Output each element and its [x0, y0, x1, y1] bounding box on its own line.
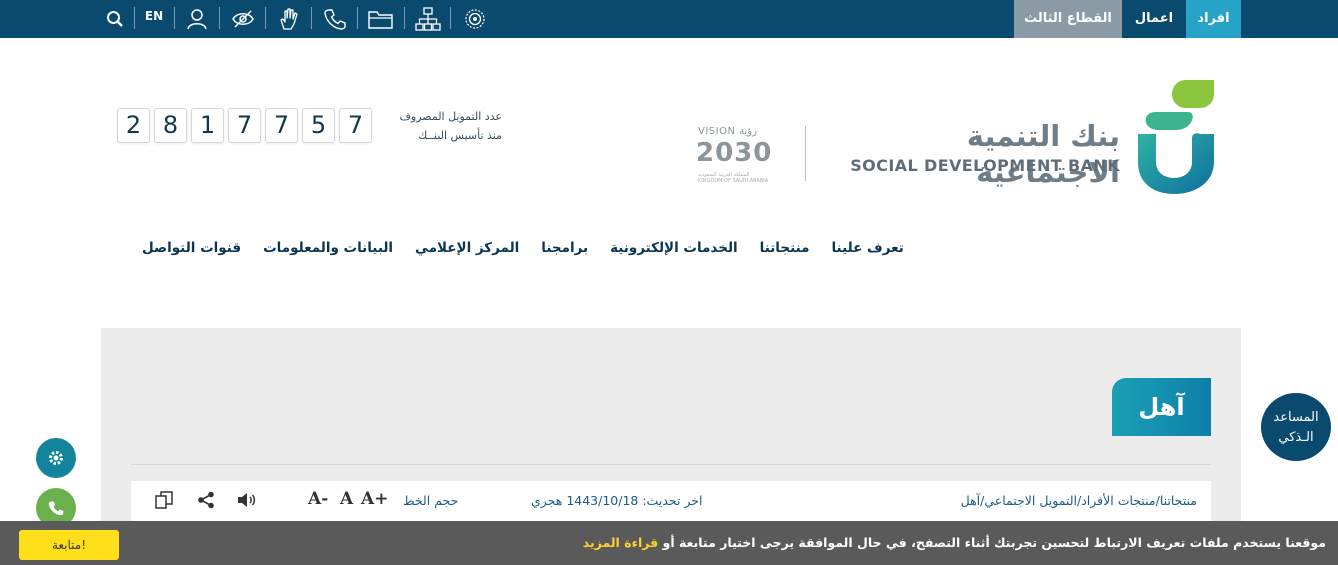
breadcrumb: منتجاتنا/منتجات الأفراد/التمويل الاجتماع… — [961, 493, 1197, 508]
logo-divider — [805, 126, 806, 181]
counter-digit: 7 — [339, 108, 372, 143]
sign-language-icon[interactable] — [274, 4, 304, 34]
vision-subtitle: المملكة العربية السعودية KINGDOM OF SAUD… — [698, 172, 769, 184]
sitemap-icon[interactable] — [413, 4, 443, 34]
bank-logo-icon[interactable] — [1134, 78, 1216, 196]
counter-digit: 5 — [302, 108, 335, 143]
page-toolbar: منتجاتنا/منتجات الأفراد/التمويل الاجتماع… — [131, 481, 1211, 521]
language-switch[interactable]: EN — [140, 0, 168, 34]
font-normal-button[interactable]: A — [340, 489, 353, 509]
nav-products[interactable]: منتجاتنا — [760, 240, 810, 262]
counter-digit: 7 — [265, 108, 298, 143]
font-decrease-button[interactable]: A- — [308, 489, 328, 509]
speaker-icon[interactable] — [235, 489, 257, 511]
cookie-banner: موقعنا يستخدم ملفات تعريف الارتباط لتحسي… — [0, 521, 1338, 565]
divider — [311, 7, 312, 29]
phone-icon — [48, 501, 64, 516]
divider — [404, 7, 405, 29]
divider — [174, 7, 175, 29]
vision-label: VISION رؤية — [698, 126, 757, 137]
page-title: آهل — [1112, 378, 1211, 436]
assistant-label-line1: المساعد — [1273, 410, 1319, 425]
nav-media-center[interactable]: المركز الإعلامي — [415, 240, 519, 262]
cookie-text: موقعنا يستخدم ملفات تعريف الارتباط لتحسي… — [658, 535, 1326, 550]
counter-digit: 7 — [228, 108, 261, 143]
gear-badge-icon[interactable] — [460, 4, 490, 34]
nav-about-us[interactable]: تعرف علينا — [831, 240, 903, 262]
divider — [265, 7, 266, 29]
folder-icon[interactable] — [366, 4, 396, 34]
smart-assistant-button[interactable]: المساعد الـذكي — [1259, 391, 1333, 463]
share-icon[interactable] — [195, 489, 217, 511]
cookie-continue-button[interactable]: متابعة! — [19, 530, 119, 560]
user-icon[interactable] — [182, 4, 212, 34]
font-increase-button[interactable]: A+ — [361, 489, 388, 509]
last-updated: اخر تحديث: 1443/10/18 هجري — [531, 493, 703, 508]
tab-business[interactable]: اعمال — [1122, 0, 1186, 38]
bank-name-arabic: بنك التنمية الاجتماعية — [966, 119, 1120, 189]
copy-icon[interactable] — [153, 489, 175, 511]
main-nav: قنوات التواصل البيانات والمعلومات المركز… — [120, 240, 904, 262]
divider — [357, 7, 358, 29]
vision-number: 2030 — [696, 138, 773, 168]
counter-digit: 8 — [154, 108, 187, 143]
breadcrumb-link[interactable]: منتجاتنا/منتجات الأفراد/التمويل الاجتماع… — [961, 493, 1197, 508]
counter-label-line2: منذ تأسيس البنــك — [418, 129, 502, 142]
counter-label-line1: عدد التمويل المصروف — [399, 110, 502, 123]
tab-individuals[interactable]: افراد — [1186, 0, 1241, 38]
bank-name-english: SOCIAL DEVELOPMENT BANK — [850, 156, 1120, 175]
content-divider — [131, 464, 1211, 465]
vision-2030-logo: VISION رؤية 2030 المملكة العربية السعودي… — [694, 124, 778, 184]
divider — [134, 7, 135, 29]
financing-counter: 2 8 1 7 7 5 7 — [117, 108, 376, 143]
nav-e-services[interactable]: الخدمات الإلكترونية — [610, 240, 738, 262]
settings-button[interactable] — [36, 438, 76, 478]
cookie-message: موقعنا يستخدم ملفات تعريف الارتباط لتحسي… — [583, 535, 1326, 550]
divider — [450, 7, 451, 29]
counter-digit: 1 — [191, 108, 224, 143]
counter-digit: 2 — [117, 108, 150, 143]
nav-data-information[interactable]: البيانات والمعلومات — [263, 240, 393, 262]
top-bar: القطاع الثالث اعمال افراد EN — [0, 0, 1338, 38]
eye-slash-icon[interactable] — [228, 4, 258, 34]
divider — [219, 7, 220, 29]
nav-contact-channels[interactable]: قنوات التواصل — [142, 240, 241, 262]
assistant-label-line2: الـذكي — [1278, 430, 1314, 445]
gear-icon — [49, 451, 63, 465]
tab-third-sector[interactable]: القطاع الثالث — [1014, 0, 1122, 38]
phone-icon[interactable] — [320, 4, 350, 34]
read-more-link[interactable]: قراءة المزيد — [583, 535, 658, 550]
font-size-label: حجم الخط — [403, 493, 459, 508]
search-icon[interactable] — [100, 4, 130, 34]
nav-programs[interactable]: برامجنا — [541, 240, 588, 262]
